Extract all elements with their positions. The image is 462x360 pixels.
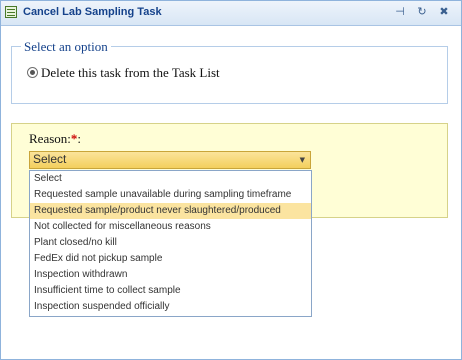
reason-label-colon: : [77,131,82,146]
reason-option[interactable]: Requested sample/product never slaughter… [30,203,311,219]
refresh-icon[interactable]: ↻ [415,5,429,19]
reason-option[interactable]: Insufficient time to collect sample [30,283,311,299]
reason-option[interactable]: Plant closed/no kill [30,235,311,251]
option-legend: Select an option [21,39,111,55]
title-bar[interactable]: Cancel Lab Sampling Task ⊣ ↻ ✖ [1,1,461,26]
reason-option[interactable]: Requested sample unavailable during samp… [30,187,311,203]
pin-icon[interactable]: ⊣ [393,5,407,19]
window-title: Cancel Lab Sampling Task [23,6,162,18]
task-list-icon [5,6,17,18]
reason-label-text: Reason: [29,131,71,146]
chevron-down-icon[interactable]: ▼ [300,153,305,167]
reason-option[interactable]: Select [30,171,311,187]
reason-option[interactable]: Not collected for miscellaneous reasons [30,219,311,235]
radio-selected-dot [30,70,35,75]
reason-label: Reason:*: [29,131,81,147]
reason-select-value: Select [33,152,67,166]
reason-option[interactable]: FedEx did not pickup sample [30,251,311,267]
reason-dropdown-list: Select Requested sample unavailable duri… [29,170,312,317]
close-icon[interactable]: ✖ [437,5,451,19]
delete-task-radio[interactable] [27,67,38,78]
reason-option[interactable]: Inspection withdrawn [30,267,311,283]
reason-option[interactable]: Inspection suspended officially [30,299,311,315]
reason-select[interactable]: Select ▼ [29,151,311,169]
delete-task-label[interactable]: Delete this task from the Task List [41,65,220,81]
